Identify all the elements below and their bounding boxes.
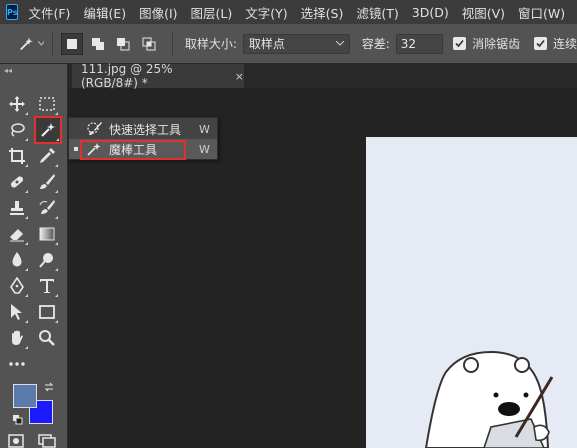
collapse-panel-button[interactable]: ◂◂ (4, 66, 12, 75)
move-tool[interactable] (5, 92, 29, 116)
eyedropper-icon (40, 148, 55, 163)
magic-wand-icon (20, 37, 33, 50)
dodge-icon (39, 253, 53, 268)
sample-size-select[interactable]: 取样点 (242, 33, 350, 54)
gradient-tool[interactable] (35, 222, 59, 246)
magic-wand-icon (41, 123, 55, 137)
move-icon (9, 96, 25, 112)
bandage-icon (10, 176, 24, 188)
contiguous-checkbox[interactable] (534, 37, 547, 50)
check-icon (455, 39, 464, 48)
quick-selection-label: 快速选择工具 (109, 122, 182, 137)
clone-stamp-tool[interactable] (5, 196, 29, 220)
subtract-from-selection-button[interactable] (112, 33, 134, 55)
menu-type[interactable]: 文字(Y) (245, 3, 287, 22)
document-tab-bar: 111.jpg @ 25%(RGB/8#) * × (68, 62, 577, 90)
screen-mode-icon[interactable] (38, 434, 56, 448)
magic-wand-shortcut: W (199, 142, 210, 156)
highlight-box (80, 140, 186, 160)
menu-edit[interactable]: 编辑(E) (83, 3, 126, 22)
crop-icon (9, 148, 25, 164)
menu-window[interactable]: 窗口(W) (518, 3, 565, 22)
add-to-selection-button[interactable] (87, 33, 109, 55)
new-selection-icon (66, 38, 77, 49)
sample-size-label: 取样大小: (184, 37, 237, 51)
history-brush-tool[interactable] (35, 196, 59, 220)
sample-size-value: 取样点 (248, 37, 285, 51)
document-tab-title: 111.jpg @ 25%(RGB/8#) * (81, 62, 173, 90)
path-selection-tool[interactable] (5, 300, 29, 324)
quick-selection-icon (87, 122, 102, 135)
antialias-checkbox[interactable] (453, 37, 467, 50)
tolerance-input[interactable]: 32 (395, 33, 444, 54)
check-icon (536, 39, 545, 48)
swap-colors-icon[interactable] (44, 382, 54, 392)
eyedropper-tool[interactable] (35, 144, 59, 168)
type-tool[interactable] (35, 274, 59, 298)
history-brush-icon (39, 200, 55, 214)
lasso-tool[interactable] (5, 118, 29, 142)
quick-selection-shortcut: W (199, 122, 210, 136)
lasso-icon (11, 123, 25, 137)
selected-indicator (74, 147, 78, 151)
magic-wand-tool[interactable] (34, 116, 62, 144)
eraser-icon (10, 229, 24, 242)
photoshop-logo: Ps (6, 4, 19, 20)
dodge-tool[interactable] (35, 248, 59, 272)
zoom-icon (39, 330, 55, 346)
tools-panel: ◂◂ (0, 64, 68, 448)
menu-bar: Ps 文件(F) 编辑(E) 图像(I) 图层(L) 文字(Y) 选择(S) 滤… (0, 0, 577, 24)
more-icon (9, 362, 25, 366)
blur-tool[interactable] (5, 248, 29, 272)
droplet-icon (12, 252, 22, 267)
healing-brush-tool[interactable] (5, 170, 29, 194)
antialias-label: 消除锯齿 (472, 37, 521, 51)
stamp-icon (10, 201, 24, 215)
close-tab-button[interactable]: × (235, 70, 244, 83)
rectangle-tool[interactable] (35, 300, 59, 324)
options-bar: 取样大小: 取样点 容差: 32 消除锯齿 连续 (0, 24, 577, 64)
menu-view[interactable]: 视图(V) (462, 3, 505, 22)
tolerance-label: 容差: (361, 37, 390, 51)
tool-preset-picker[interactable] (18, 34, 44, 54)
marquee-icon (39, 97, 55, 111)
arrow-icon (11, 304, 22, 320)
menu-file[interactable]: 文件(F) (28, 3, 70, 22)
document-tab[interactable]: 111.jpg @ 25%(RGB/8#) * × (72, 62, 244, 90)
type-icon (40, 279, 54, 293)
rectangle-icon (39, 305, 55, 319)
menu-filter[interactable]: 滤镜(T) (356, 3, 398, 22)
foreground-color-swatch[interactable] (13, 384, 37, 408)
pen-tool[interactable] (5, 274, 29, 298)
hand-icon (12, 330, 23, 345)
edit-toolbar-button[interactable] (5, 352, 29, 376)
menu-3d[interactable]: 3D(D) (412, 5, 449, 20)
crop-tool[interactable] (5, 144, 29, 168)
menu-image[interactable]: 图像(I) (139, 3, 177, 22)
gradient-icon (39, 227, 55, 241)
menu-select[interactable]: 选择(S) (301, 3, 344, 22)
quick-selection-tool-item[interactable]: 快速选择工具 W (69, 119, 217, 139)
chevron-down-icon (37, 41, 44, 46)
new-selection-button[interactable] (60, 32, 83, 55)
contiguous-label: 连续 (552, 37, 577, 51)
document-canvas[interactable] (366, 137, 577, 448)
polar-bear-illustration (424, 350, 554, 448)
quick-mask-icon[interactable] (8, 434, 24, 448)
intersect-selection-icon (142, 37, 156, 50)
eraser-tool[interactable] (5, 222, 29, 246)
brush-tool[interactable] (35, 170, 59, 194)
default-colors-icon[interactable] (12, 414, 24, 426)
pen-icon (10, 277, 24, 294)
hand-tool[interactable] (5, 326, 29, 350)
menu-layer[interactable]: 图层(L) (191, 3, 233, 22)
subtract-selection-icon (117, 37, 130, 50)
rectangular-marquee-tool[interactable] (35, 92, 59, 116)
brush-icon (40, 174, 55, 189)
intersect-selection-button[interactable] (138, 33, 160, 55)
zoom-tool[interactable] (35, 326, 59, 350)
chevron-down-icon (335, 41, 344, 46)
add-selection-icon (91, 37, 104, 50)
